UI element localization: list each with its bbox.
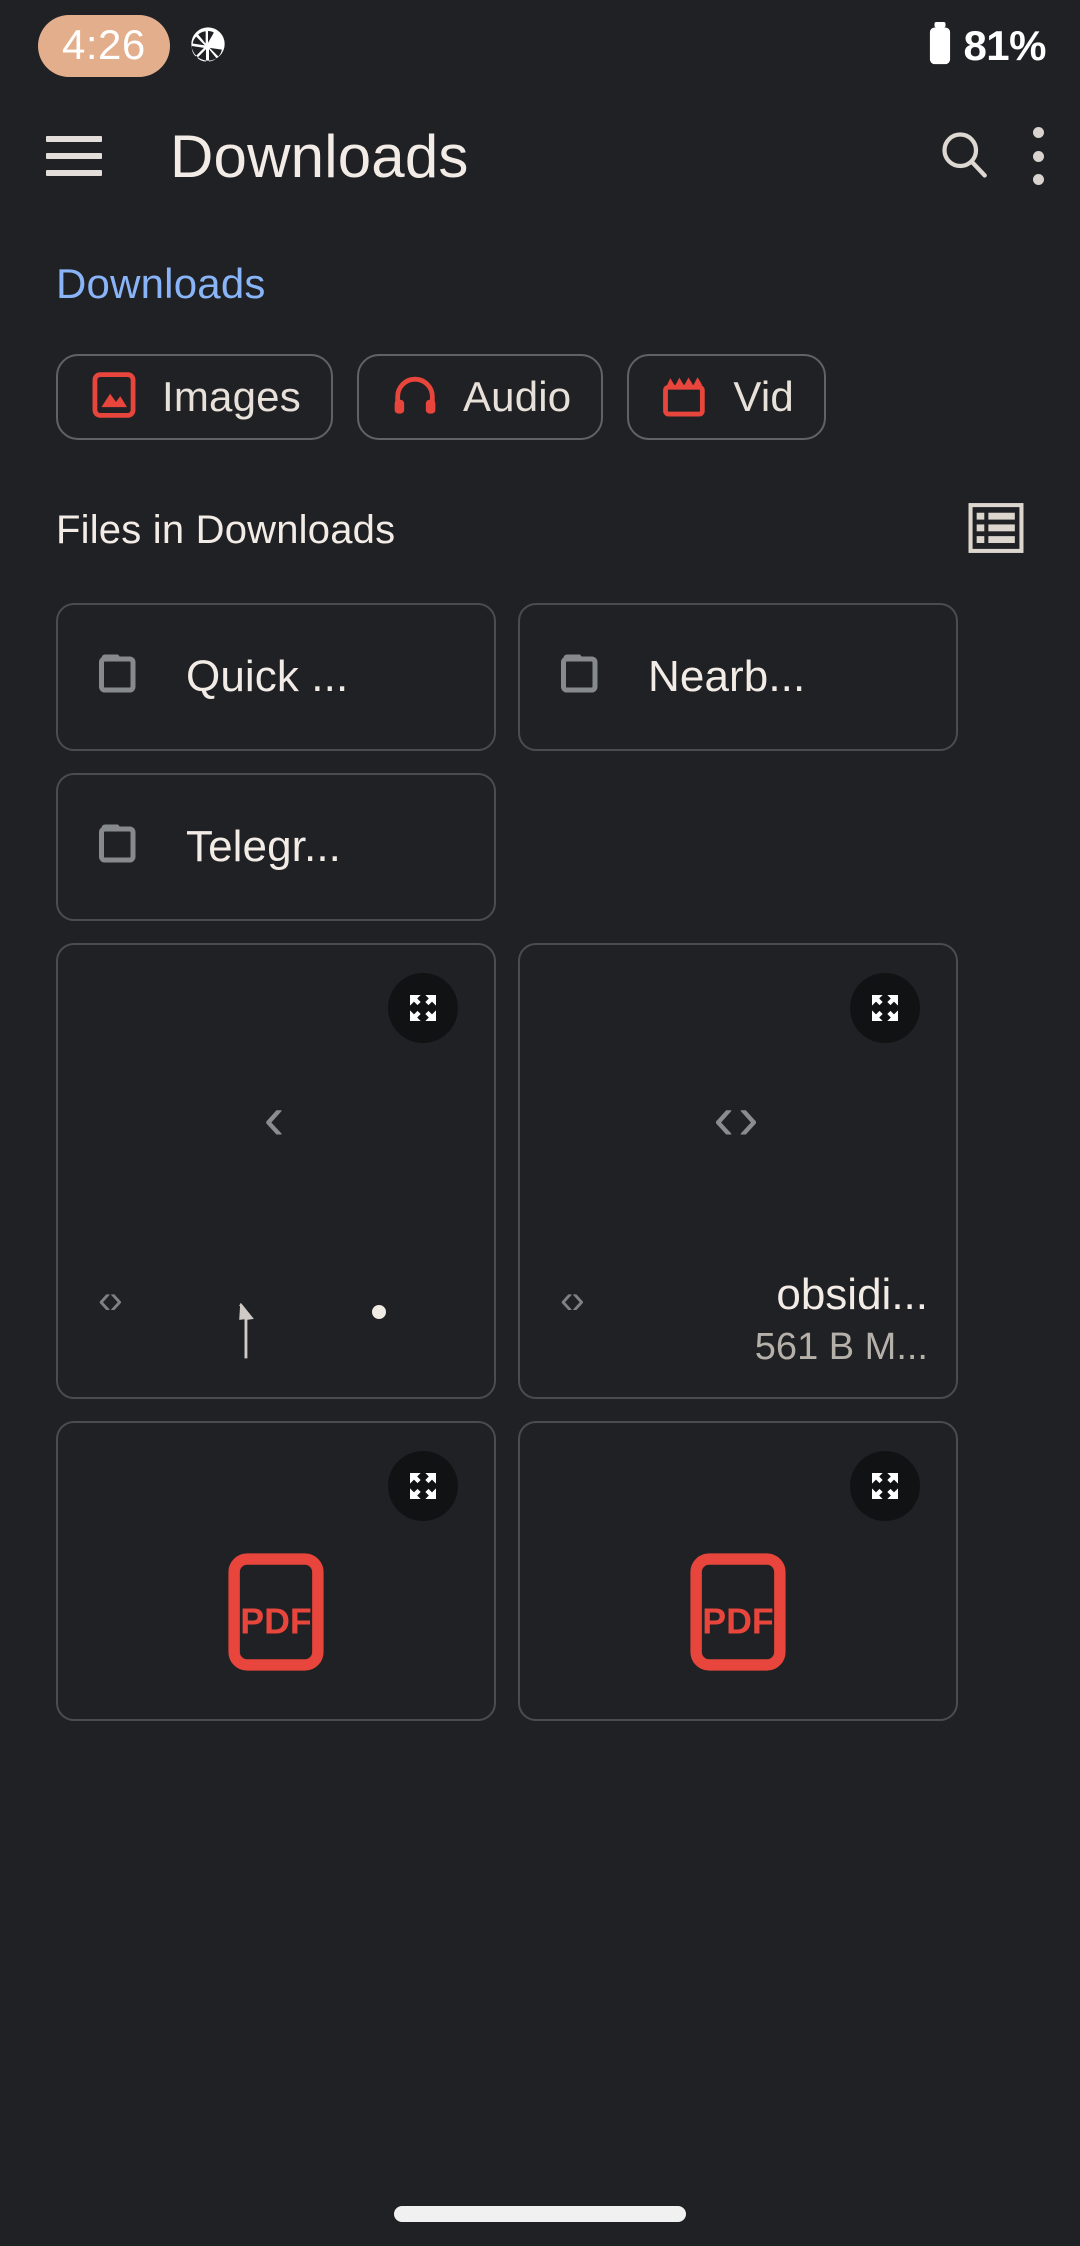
broken-image-glyph: ‹› [98, 1278, 123, 1322]
battery-icon [927, 21, 953, 71]
folder-card[interactable]: Nearb... [518, 603, 958, 751]
expand-icon[interactable] [850, 1451, 920, 1521]
section-title: Files in Downloads [56, 508, 396, 552]
chip-video[interactable]: Vid [627, 354, 826, 440]
folder-icon [558, 649, 618, 706]
pdf-icon: PDF [520, 1553, 956, 1671]
headphones-icon [389, 369, 441, 426]
file-card[interactable]: ‹ ‹› [56, 943, 496, 1399]
folder-card[interactable]: Telegr... [56, 773, 496, 921]
files-section-header: Files in Downloads [0, 502, 1080, 559]
chip-label: Audio [462, 373, 572, 420]
status-bar: 4:26 81% [0, 0, 1080, 92]
thumbnail-placeholder-glyph: ‹ [263, 1084, 289, 1153]
movie-clapper-icon [659, 369, 711, 426]
chip-audio[interactable]: Audio [356, 354, 604, 440]
file-meta: obsidi... 561 B M... [755, 1267, 928, 1373]
expand-icon[interactable] [388, 1451, 458, 1521]
status-right-cluster: 81% [927, 21, 1046, 71]
thumbnail-placeholder-glyph: ‹› [713, 1084, 763, 1153]
expand-icon[interactable] [388, 973, 458, 1043]
chip-label: Images [162, 373, 301, 420]
more-vert-icon[interactable] [1032, 127, 1044, 185]
folder-grid: Quick ... Nearb... Telegr... [0, 603, 1080, 921]
search-icon[interactable] [934, 124, 994, 189]
hamburger-menu-icon[interactable] [46, 136, 102, 176]
app-bar-actions [934, 124, 1044, 189]
list-view-icon[interactable] [968, 502, 1024, 559]
pdf-icon: PDF [58, 1553, 494, 1671]
filter-chip-row: Images Audio Vid [0, 354, 1080, 440]
image-dot-marker [372, 1305, 386, 1319]
chip-images[interactable]: Images [56, 354, 333, 440]
breadcrumb: Downloads [0, 220, 1080, 308]
aperture-icon [188, 24, 228, 69]
folder-name: Quick ... [186, 652, 349, 701]
image-icon [88, 369, 140, 426]
folder-name: Telegr... [186, 822, 341, 871]
home-gesture-bar[interactable] [394, 2206, 686, 2222]
breadcrumb-item-downloads[interactable]: Downloads [56, 260, 266, 307]
file-name: obsidi... [776, 1269, 928, 1319]
file-card[interactable]: PDF [56, 1421, 496, 1721]
page-title: Downloads [170, 122, 469, 190]
folder-icon [96, 649, 156, 706]
app-bar: Downloads [0, 92, 1080, 220]
file-grid: ‹ ‹› ‹› ‹› obsidi... 561 B M... PDF PDF [0, 943, 1080, 1721]
folder-card[interactable]: Quick ... [56, 603, 496, 751]
file-size: 561 B M... [754, 1325, 928, 1368]
file-card[interactable]: PDF [518, 1421, 958, 1721]
file-card[interactable]: ‹› ‹› obsidi... 561 B M... [518, 943, 958, 1399]
folder-icon [96, 819, 156, 876]
chip-label: Vid [733, 373, 794, 420]
folder-name: Nearb... [648, 652, 806, 701]
battery-percent: 81% [963, 22, 1046, 69]
svg-text:PDF: PDF [240, 1602, 312, 1642]
status-time: 4:26 [38, 15, 170, 77]
svg-text:PDF: PDF [702, 1602, 774, 1642]
mouse-cursor-icon [224, 1296, 270, 1379]
expand-icon[interactable] [850, 973, 920, 1043]
broken-image-glyph: ‹› [560, 1278, 585, 1322]
